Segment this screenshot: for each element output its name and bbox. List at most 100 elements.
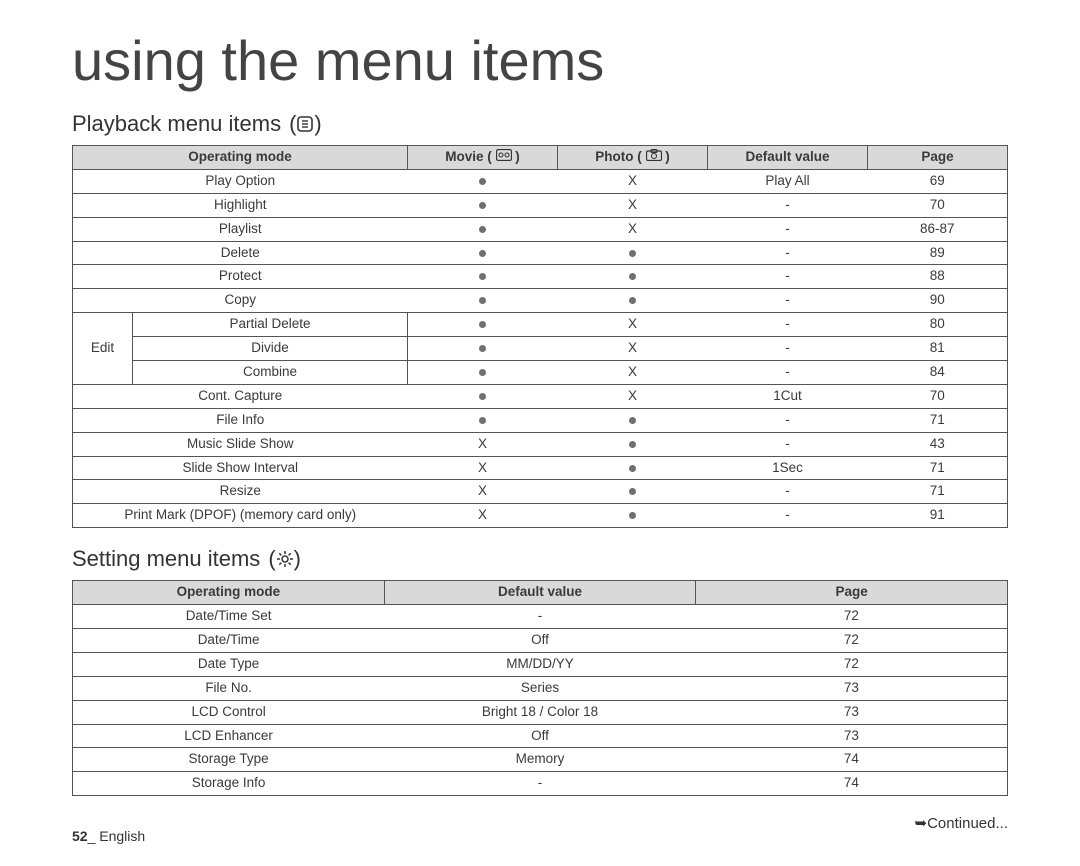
- row-page: 80: [868, 313, 1008, 337]
- row-name: Partial Delete: [133, 313, 408, 337]
- bullet-icon: [479, 226, 486, 233]
- row-name: Cont. Capture: [73, 384, 408, 408]
- table-row: PlaylistX-86-87: [73, 217, 1008, 241]
- row-page: 73: [696, 700, 1008, 724]
- row-default: -: [708, 289, 868, 313]
- setting-table: Operating mode Default value Page Date/T…: [72, 580, 1008, 796]
- row-default: -: [708, 313, 868, 337]
- row-movie: [408, 408, 558, 432]
- x-mark: X: [478, 507, 487, 522]
- x-mark: X: [628, 173, 637, 188]
- bullet-icon: [479, 369, 486, 376]
- x-mark: X: [628, 197, 637, 212]
- table-row: LCD ControlBright 18 / Color 1873: [73, 700, 1008, 724]
- row-default: -: [708, 265, 868, 289]
- row-name: File Info: [73, 408, 408, 432]
- col-default: Default value: [384, 581, 696, 605]
- row-name: File No.: [73, 676, 385, 700]
- row-name: Delete: [73, 241, 408, 265]
- row-name: LCD Enhancer: [73, 724, 385, 748]
- row-photo: [558, 504, 708, 528]
- row-name: Date Type: [73, 652, 385, 676]
- bullet-icon: [479, 393, 486, 400]
- bullet-icon: [629, 250, 636, 257]
- row-default: -: [708, 480, 868, 504]
- row-page: 81: [868, 337, 1008, 361]
- table-row: Storage TypeMemory74: [73, 748, 1008, 772]
- row-movie: [408, 193, 558, 217]
- row-photo: X: [558, 361, 708, 385]
- continued-label: ➥Continued...: [72, 814, 1008, 832]
- row-movie: [408, 241, 558, 265]
- col-page: Page: [868, 146, 1008, 170]
- row-page: 72: [696, 652, 1008, 676]
- bullet-icon: [629, 465, 636, 472]
- row-default: -: [708, 361, 868, 385]
- row-movie: [408, 289, 558, 313]
- x-mark: X: [478, 460, 487, 475]
- edit-group-cell: Edit: [73, 313, 133, 385]
- row-page: 91: [868, 504, 1008, 528]
- row-movie: X: [408, 456, 558, 480]
- table-row: Date/Time Set-72: [73, 605, 1008, 629]
- row-default: -: [708, 337, 868, 361]
- bullet-icon: [479, 202, 486, 209]
- row-page: 74: [696, 772, 1008, 796]
- row-photo: [558, 265, 708, 289]
- row-page: 71: [868, 408, 1008, 432]
- row-default: -: [384, 772, 696, 796]
- bullet-icon: [479, 417, 486, 424]
- row-page: 74: [696, 748, 1008, 772]
- x-mark: X: [478, 436, 487, 451]
- x-mark: X: [628, 221, 637, 236]
- row-default: -: [384, 605, 696, 629]
- row-page: 43: [868, 432, 1008, 456]
- x-mark: X: [628, 388, 637, 403]
- row-name: Storage Type: [73, 748, 385, 772]
- x-mark: X: [478, 483, 487, 498]
- row-name: Slide Show Interval: [73, 456, 408, 480]
- x-mark: X: [628, 340, 637, 355]
- row-name: Music Slide Show: [73, 432, 408, 456]
- row-photo: X: [558, 384, 708, 408]
- row-page: 72: [696, 629, 1008, 653]
- row-page: 73: [696, 724, 1008, 748]
- row-name: Playlist: [73, 217, 408, 241]
- row-photo: X: [558, 169, 708, 193]
- row-default: -: [708, 504, 868, 528]
- bullet-icon: [629, 273, 636, 280]
- row-name: Date/Time Set: [73, 605, 385, 629]
- row-photo: [558, 456, 708, 480]
- row-name: LCD Control: [73, 700, 385, 724]
- col-default: Default value: [708, 146, 868, 170]
- col-movie: Movie ( ): [408, 146, 558, 170]
- bullet-icon: [479, 321, 486, 328]
- row-default: Series: [384, 676, 696, 700]
- row-page: 86-87: [868, 217, 1008, 241]
- table-row: CombineX-84: [73, 361, 1008, 385]
- row-page: 71: [868, 456, 1008, 480]
- row-movie: [408, 217, 558, 241]
- table-row: Print Mark (DPOF) (memory card only)X-91: [73, 504, 1008, 528]
- row-movie: [408, 361, 558, 385]
- movie-icon: [496, 149, 512, 161]
- row-page: 71: [868, 480, 1008, 504]
- row-page: 70: [868, 193, 1008, 217]
- photo-icon: [646, 149, 662, 161]
- table-row: Cont. Capture X 1Cut70: [73, 384, 1008, 408]
- bullet-icon: [479, 273, 486, 280]
- row-default: 1Cut: [708, 384, 868, 408]
- table-row: Music Slide ShowX-43: [73, 432, 1008, 456]
- col-op: Operating mode: [73, 146, 408, 170]
- row-photo: [558, 432, 708, 456]
- row-name: Divide: [133, 337, 408, 361]
- bullet-icon: [479, 297, 486, 304]
- row-photo: X: [558, 217, 708, 241]
- table-row: Play OptionXPlay All69: [73, 169, 1008, 193]
- table-header-row: Operating mode Movie ( ) Photo ( ) Defau…: [73, 146, 1008, 170]
- row-page: 89: [868, 241, 1008, 265]
- table-row: ResizeX-71: [73, 480, 1008, 504]
- row-page: 70: [868, 384, 1008, 408]
- row-name: Play Option: [73, 169, 408, 193]
- col-page: Page: [696, 581, 1008, 605]
